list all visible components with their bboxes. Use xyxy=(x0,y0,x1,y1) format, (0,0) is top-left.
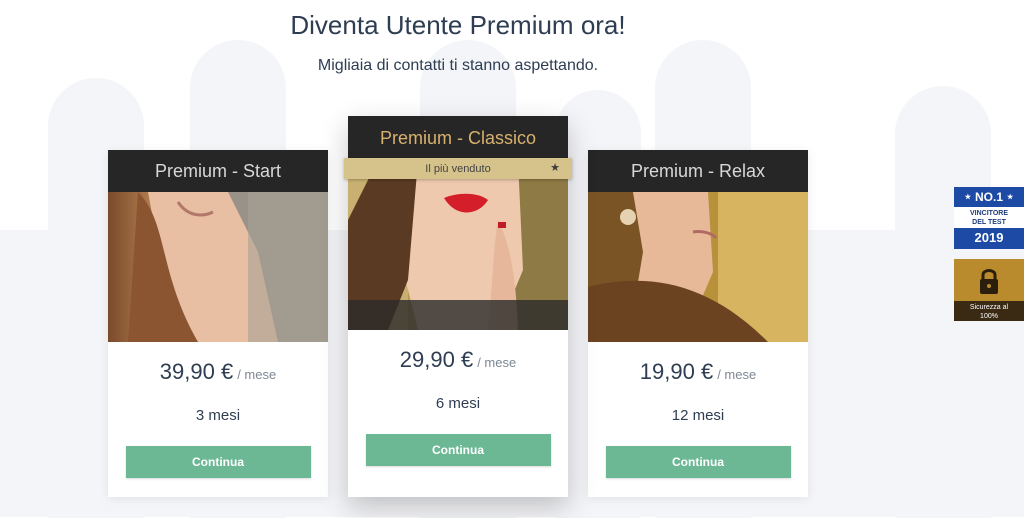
test-winner-badge: ★ NO.1 ★ VINCITORE DEL TEST 2019 xyxy=(954,187,1024,249)
plan-header: Premium - Classico xyxy=(348,116,568,160)
badge-caption-line2: DEL TEST xyxy=(972,219,1006,226)
plan-price-period: / mese xyxy=(477,355,517,370)
plan-duration: 6 mesi xyxy=(435,395,481,412)
woman-portrait-image xyxy=(588,192,808,342)
plan-price-period: / mese xyxy=(237,367,277,382)
continue-button[interactable]: Continua xyxy=(365,434,551,466)
page-title: Diventa Utente Premium ora! xyxy=(290,10,626,40)
plan-photo xyxy=(108,192,328,342)
badge-caption-line1: VINCITORE xyxy=(970,210,1008,217)
plan-title: Premium - Relax xyxy=(630,160,766,181)
plan-duration: 3 mesi xyxy=(195,407,241,424)
plan-title: Premium - Classico xyxy=(379,128,537,148)
plan-title: Premium - Start xyxy=(154,160,282,181)
security-caption-line2: 100% xyxy=(980,313,998,320)
plan-photo xyxy=(348,160,568,330)
badge-rank: NO.1 xyxy=(974,190,1003,204)
plan-photo xyxy=(588,192,808,342)
continue-button[interactable]: Continua xyxy=(605,446,791,478)
star-icon: ★ xyxy=(550,162,560,174)
woman-portrait-image xyxy=(108,192,328,342)
plan-price: 39,90 € xyxy=(159,359,234,384)
plan-header: Premium - Relax xyxy=(588,150,808,192)
plan-card-relax: Premium - Relax 19,90 € / mese 12 mesi Co… xyxy=(588,150,808,497)
star-icon: ★ xyxy=(964,194,971,201)
star-icon: ★ xyxy=(1007,194,1014,201)
plan-header: Premium - Start xyxy=(108,150,328,192)
security-caption-line1: Sicurezza al xyxy=(969,304,1009,311)
bestseller-ribbon: Il più venduto ★ xyxy=(344,158,572,179)
woman-portrait-image xyxy=(348,160,568,330)
continue-button[interactable]: Continua xyxy=(125,446,311,478)
page-subtitle: Migliaia di contatti ti stanno aspettand… xyxy=(317,57,599,74)
padlock-icon xyxy=(980,269,998,294)
security-badge: Sicurezza al 100% xyxy=(954,259,1024,321)
plan-duration: 12 mesi xyxy=(671,407,725,424)
badge-year: 2019 xyxy=(974,230,1004,245)
plan-price: 29,90 € xyxy=(399,347,474,372)
plan-price: 19,90 € xyxy=(639,359,714,384)
plan-card-classico: Premium - Classico Il più venduto ★ 29,9… xyxy=(344,116,572,497)
ribbon-label: Il più venduto xyxy=(425,162,491,175)
plan-card-start: Premium - Start 39,90 € / mese 3 mesi Con… xyxy=(108,150,328,497)
plan-price-period: / mese xyxy=(717,367,757,382)
